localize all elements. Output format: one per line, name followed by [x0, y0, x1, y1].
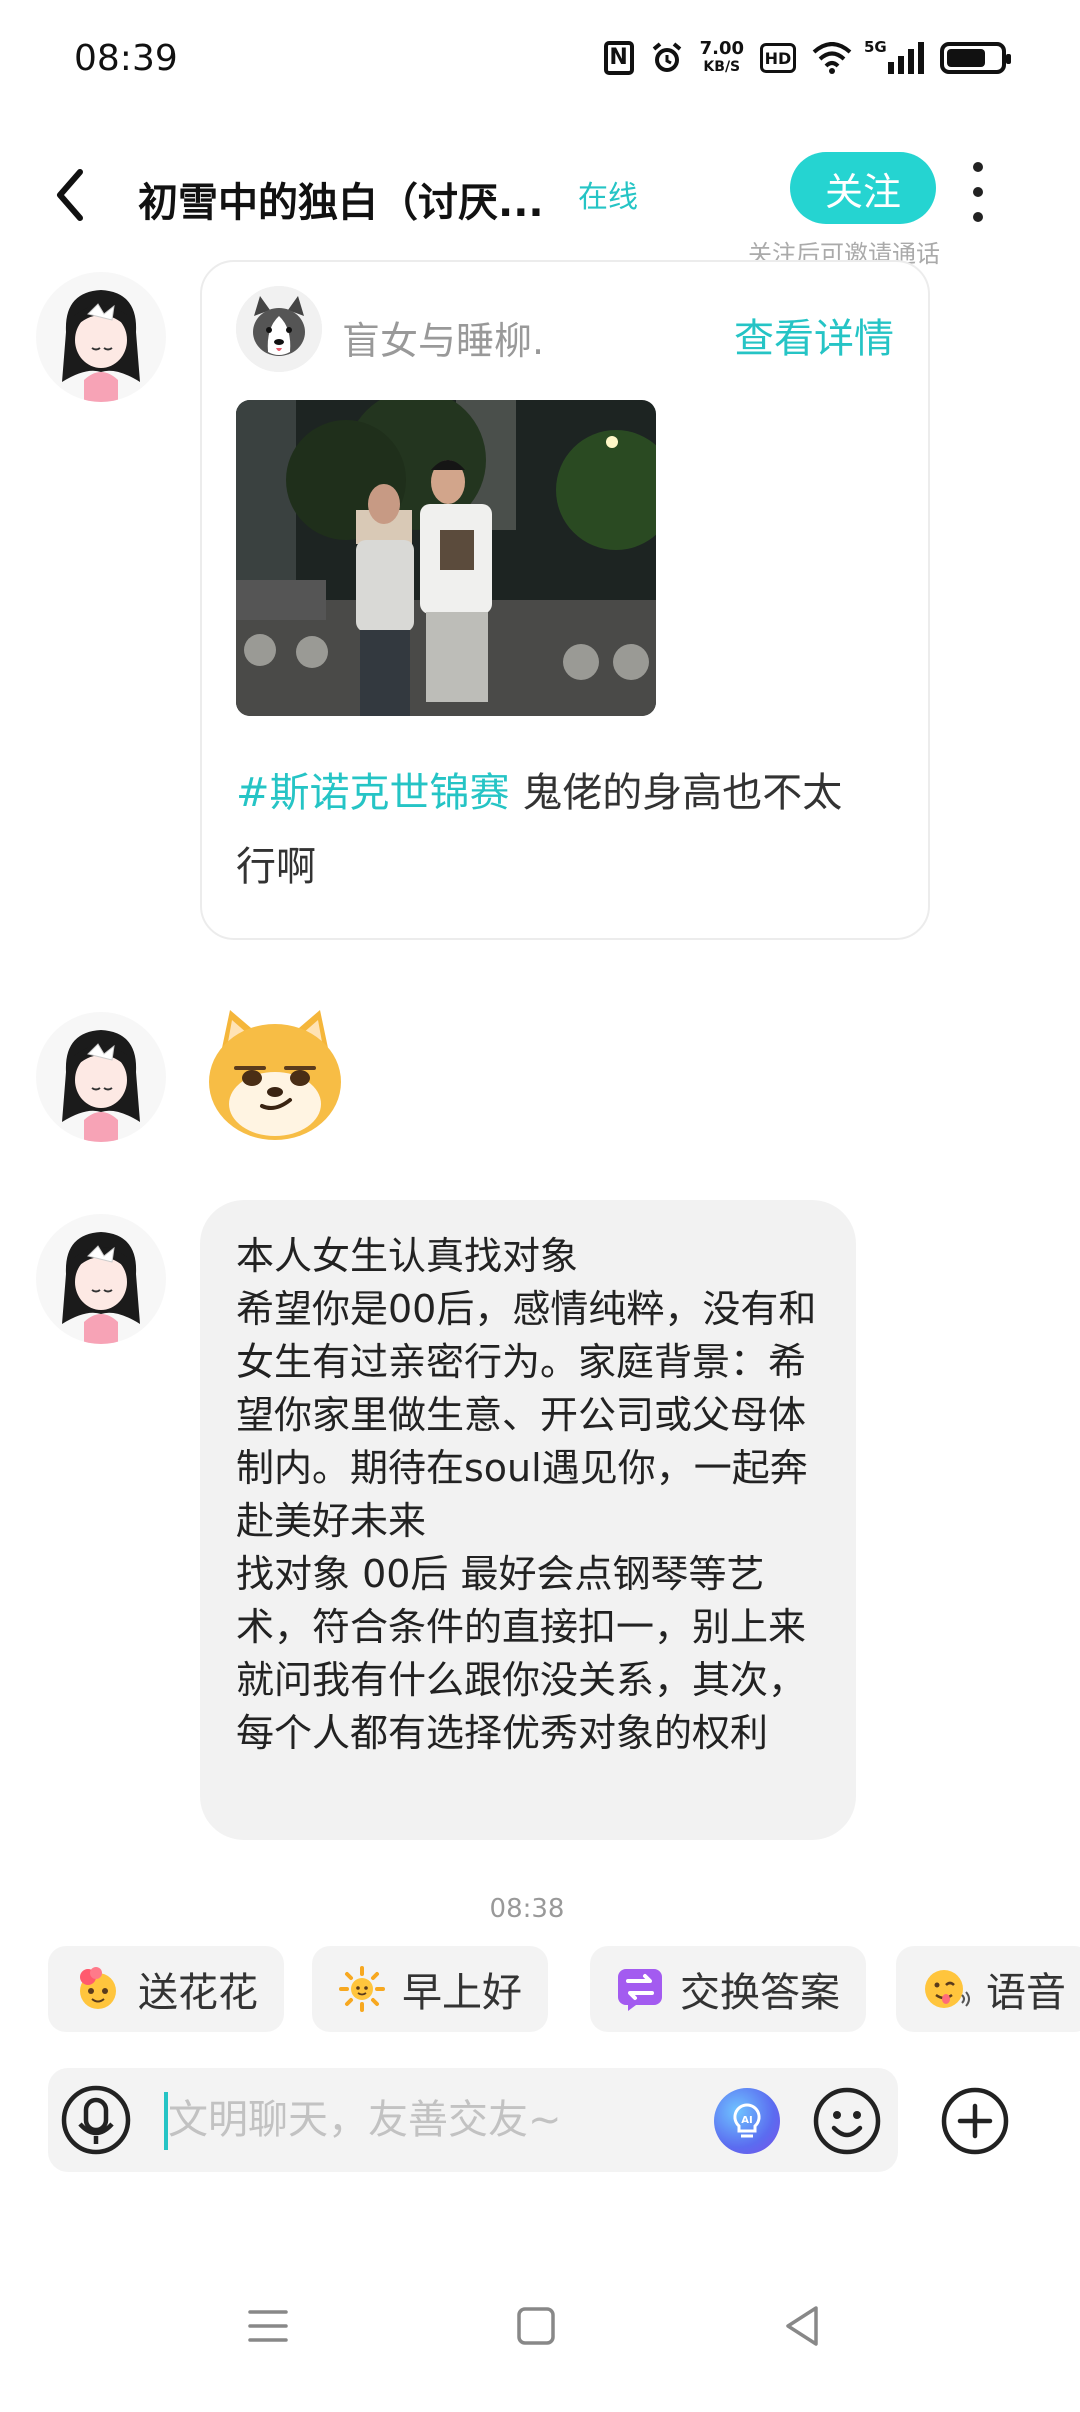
- battery-icon: [940, 42, 1011, 74]
- message-input[interactable]: [168, 2090, 588, 2150]
- more-dot-icon: [973, 187, 983, 197]
- network-type: 5G: [864, 38, 887, 56]
- nfc-icon: N: [603, 41, 634, 75]
- quick-reply-label: 交换答案: [680, 1970, 840, 2016]
- dog-face-sticker[interactable]: [200, 1000, 350, 1150]
- ai-assistant-button[interactable]: AI: [714, 2088, 780, 2154]
- follow-button[interactable]: 关注: [790, 152, 936, 224]
- quick-reply-label: 早上好: [402, 1970, 522, 2016]
- more-dot-icon: [973, 212, 983, 222]
- ai-bulb-icon: AI: [733, 2103, 761, 2138]
- battery-fill: [947, 49, 985, 67]
- menu-icon: [248, 2310, 288, 2342]
- more-menu-button[interactable]: [966, 162, 990, 222]
- chat-header: 初雪中的独白（讨厌... 在线 关注 关注后可邀请通话: [0, 130, 1080, 270]
- message-text: 本人女生认真找对象 希望你是00后，感情纯粹，没有和女生有过亲密行为。家庭背景：…: [236, 1234, 817, 1755]
- post-photo[interactable]: [236, 400, 656, 716]
- network-speed: 7.00 KB/S: [700, 40, 744, 76]
- two-men-night-photo: [236, 400, 656, 716]
- alarm-icon: [650, 41, 684, 75]
- square-home-icon: [517, 2307, 555, 2345]
- smiley-icon: [813, 2087, 881, 2155]
- quick-reply-label: 语音: [986, 1970, 1066, 2016]
- back-arrow-icon: [57, 169, 83, 221]
- quick-reply-row: 送花花 早上好 交换答案 语音: [48, 1946, 1080, 2032]
- sun-icon: [338, 1965, 386, 2013]
- svg-text:AI: AI: [741, 2115, 752, 2126]
- back-button[interactable]: [48, 160, 92, 230]
- speed-unit: KB/S: [703, 59, 741, 75]
- quick-reply-exchange-answers[interactable]: 交换答案: [590, 1946, 866, 2032]
- emoji-button[interactable]: [812, 2086, 882, 2156]
- more-dot-icon: [973, 162, 983, 172]
- status-bar: 08:39 N 7.00 KB/S HD 5G: [0, 0, 1080, 120]
- anime-girl-avatar-icon: [62, 1232, 140, 1344]
- hd-icon: HD: [760, 43, 796, 73]
- anime-girl-avatar-icon: [62, 290, 140, 402]
- anime-girl-avatar-icon: [62, 1030, 140, 1142]
- tongue-face-icon: [922, 1965, 970, 2013]
- online-status: 在线: [578, 180, 638, 215]
- post-author-name: 盲女与睡柳.: [342, 319, 545, 363]
- microphone-icon: [61, 2085, 131, 2155]
- husky-avatar-icon: [236, 286, 322, 372]
- smirk-shiba-icon: [209, 1010, 341, 1140]
- triangle-back-icon: [786, 2306, 818, 2346]
- system-nav-bar: [0, 2240, 1080, 2412]
- speed-value: 7.00: [699, 38, 744, 59]
- partner-avatar[interactable]: [36, 1012, 166, 1142]
- status-time: 08:39: [74, 38, 178, 79]
- quick-reply-label: 送花花: [138, 1970, 258, 2016]
- quick-reply-send-flower[interactable]: 送花花: [48, 1946, 284, 2032]
- post-hashtag[interactable]: #斯诺克世锦赛: [236, 770, 510, 816]
- back-nav-button[interactable]: [772, 2296, 832, 2356]
- input-bar: AI: [48, 2068, 898, 2172]
- wifi-icon: [812, 42, 852, 74]
- flower-face-icon: [74, 1965, 122, 2013]
- shared-post-card[interactable]: 盲女与睡柳. 查看详情 #斯诺克世锦赛 鬼佬的身高也不太行啊: [200, 260, 930, 940]
- partner-avatar[interactable]: [36, 272, 166, 402]
- quick-reply-good-morning[interactable]: 早上好: [312, 1946, 548, 2032]
- quick-reply-voice[interactable]: 语音: [896, 1946, 1080, 2032]
- partner-avatar[interactable]: [36, 1214, 166, 1344]
- recent-apps-button[interactable]: [238, 2296, 298, 2356]
- plus-icon: [941, 2087, 1009, 2155]
- message-bubble[interactable]: 本人女生认真找对象 希望你是00后，感情纯粹，没有和女生有过亲密行为。家庭背景：…: [200, 1200, 856, 1840]
- status-icons: N 7.00 KB/S HD 5G: [603, 38, 1011, 76]
- home-button[interactable]: [506, 2296, 566, 2356]
- add-attachment-button[interactable]: [940, 2086, 1010, 2156]
- exchange-icon: [616, 1965, 664, 2013]
- view-details-link[interactable]: 查看详情: [734, 306, 894, 364]
- voice-input-button[interactable]: [60, 2084, 132, 2156]
- post-author-avatar: [236, 286, 322, 372]
- chat-title[interactable]: 初雪中的独白（讨厌...: [138, 170, 544, 228]
- cellular-icon: 5G: [864, 38, 924, 74]
- post-text: #斯诺克世锦赛 鬼佬的身高也不太行啊: [236, 756, 876, 904]
- message-timestamp: 08:38: [489, 1894, 565, 1924]
